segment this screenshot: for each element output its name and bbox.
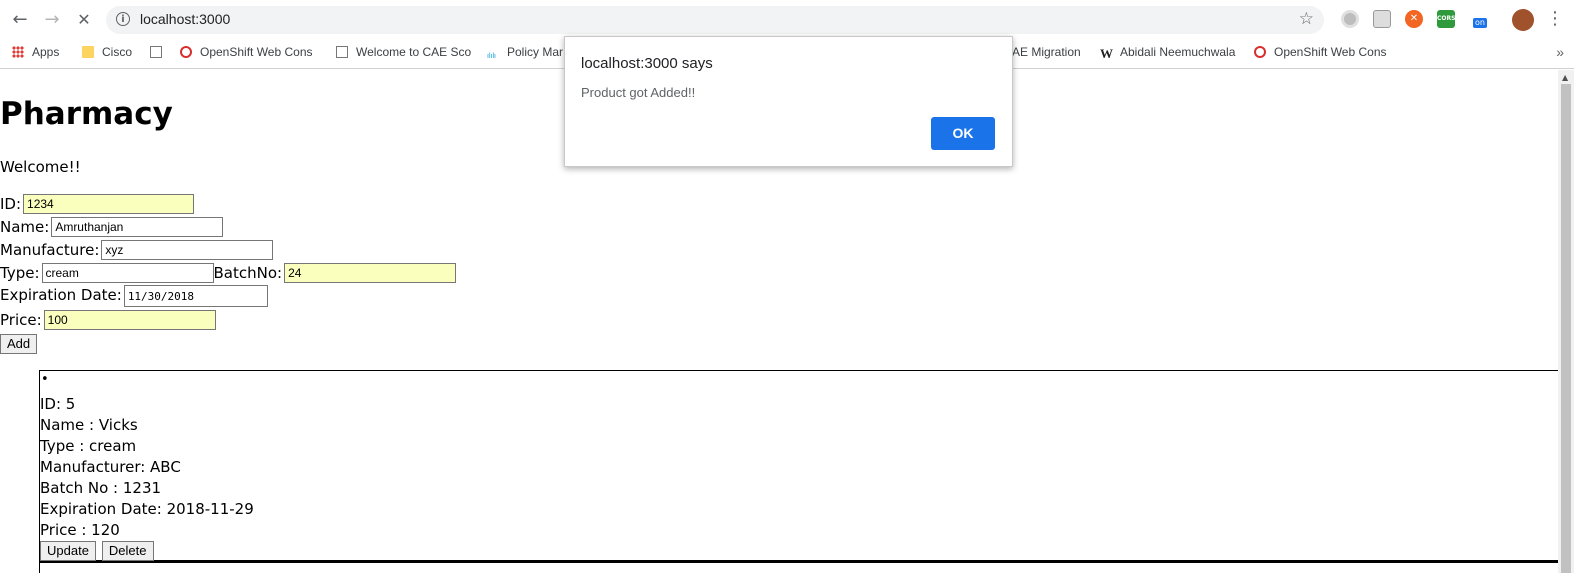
bookmark-label: OpenShift Web Cons (200, 45, 313, 59)
forward-arrow-icon[interactable]: → (40, 8, 64, 32)
bookmark-label: Apps (32, 45, 60, 59)
bookmark-openshift-2[interactable]: OpenShift Web Cons (1254, 45, 1389, 59)
name-input[interactable] (51, 217, 224, 237)
bookmark-label: OpenShift Web Cons (1274, 45, 1387, 59)
bookmark-label: AE Migration (1012, 45, 1081, 59)
cors-toggle-extension-icon[interactable]: on (1469, 10, 1491, 28)
product-manufacturer: Manufacturer: ABC (40, 458, 181, 476)
ok-button[interactable]: OK (931, 117, 995, 150)
product-list-item: • ID: 5 Name : Vicks Type : cream Manufa… (39, 370, 1559, 561)
menu-dots-icon[interactable]: ⋮ (1546, 8, 1564, 29)
batch-input[interactable] (284, 263, 457, 283)
name-label: Name: (0, 218, 50, 236)
wikipedia-icon: W (1100, 46, 1113, 60)
openshift-icon (180, 46, 192, 58)
bookmark-label: Welcome to CAE Sco (356, 45, 471, 59)
manufacture-label: Manufacture: (0, 241, 100, 259)
orange-extension-icon[interactable]: ✕ (1405, 10, 1423, 28)
scroll-thumb[interactable] (1561, 84, 1571, 573)
bookmark-star-icon[interactable]: ☆ (1299, 9, 1314, 29)
bookmark-label: Abidali Neemuchwala (1120, 45, 1236, 59)
page-icon (336, 46, 348, 58)
id-label: ID: (0, 195, 22, 213)
back-arrow-icon[interactable]: ← (8, 8, 32, 32)
type-label: Type: (0, 264, 40, 282)
bookmark-cae-migration[interactable]: AE Migration (1012, 45, 1081, 59)
product-details: ID: 5 Name : Vicks Type : cream Manufact… (40, 394, 254, 541)
bookmarks-overflow-icon[interactable]: » (1556, 44, 1564, 60)
product-actions: Update Delete (40, 541, 160, 561)
bookmark-label: Policy Mar (507, 45, 564, 59)
openshift-icon (1254, 46, 1266, 58)
product-name: Name : Vicks (40, 416, 138, 434)
dialog-title: localhost:3000 says (581, 55, 713, 72)
url-text[interactable]: localhost:3000 (140, 11, 230, 27)
page-title: Pharmacy (0, 96, 173, 132)
bookmark-blank[interactable] (150, 45, 170, 59)
cors-toggle-label: on (1473, 18, 1487, 28)
book-extension-icon[interactable] (1373, 10, 1391, 28)
bookmark-label: Cisco (102, 45, 133, 59)
folder-icon (82, 46, 94, 58)
price-label: Price: (0, 311, 42, 329)
list-bullet: • (41, 372, 49, 387)
apps-icon (12, 46, 24, 58)
page-scrollbar[interactable]: ▲ (1558, 70, 1574, 573)
name-row: Name: (0, 217, 224, 237)
next-list-item-edge (39, 561, 1559, 573)
product-batch: Batch No : 1231 (40, 479, 162, 497)
batch-label: BatchNo: (213, 264, 283, 282)
bookmark-wikipedia[interactable]: W Abidali Neemuchwala (1100, 45, 1240, 60)
bookmark-policy[interactable]: ılılı Policy Mar (487, 45, 564, 63)
site-info-icon[interactable]: i (116, 12, 130, 26)
welcome-text: Welcome!! (0, 158, 81, 176)
circle-extension-icon[interactable] (1341, 10, 1359, 28)
expiration-date-input[interactable] (123, 285, 268, 307)
bookmark-cisco[interactable]: Cisco (82, 45, 132, 59)
scroll-up-arrow-icon[interactable]: ▲ (1562, 73, 1568, 82)
manufacture-row: Manufacture: (0, 240, 274, 260)
id-input[interactable] (23, 194, 195, 214)
bookmark-apps[interactable]: Apps (12, 45, 59, 59)
expiration-row: Expiration Date: (0, 285, 268, 307)
type-input[interactable] (41, 263, 214, 283)
page-icon (150, 46, 162, 58)
manufacture-input[interactable] (101, 240, 274, 260)
browser-toolbar: ← → ✕ i localhost:3000 ☆ ✕ CORS on ⋮ (0, 0, 1574, 40)
price-input[interactable] (43, 310, 216, 330)
type-batch-row: Type: BatchNo: (0, 263, 457, 283)
bookmark-cae-scope[interactable]: Welcome to CAE Sco (336, 45, 471, 59)
product-expiration: Expiration Date: 2018-11-29 (40, 500, 254, 518)
price-row: Price: (0, 310, 216, 330)
profile-avatar[interactable] (1512, 9, 1534, 31)
product-type: Type : cream (40, 437, 137, 455)
product-price: Price : 120 (40, 521, 120, 539)
alert-dialog: localhost:3000 says Product got Added!! … (564, 36, 1013, 167)
product-id: ID: 5 (40, 395, 76, 413)
cors-extension-icon[interactable]: CORS (1437, 10, 1455, 28)
dialog-message: Product got Added!! (581, 85, 696, 100)
cisco-icon: ılılı (487, 53, 496, 60)
update-button[interactable]: Update (40, 541, 96, 561)
delete-button[interactable]: Delete (101, 541, 154, 561)
expiration-label: Expiration Date: (0, 286, 122, 304)
address-bar[interactable]: i localhost:3000 ☆ (106, 6, 1324, 34)
id-row: ID: (0, 194, 195, 214)
add-button[interactable]: Add (0, 334, 38, 354)
stop-loading-icon[interactable]: ✕ (72, 8, 96, 32)
bookmark-openshift-1[interactable]: OpenShift Web Cons (180, 45, 320, 59)
